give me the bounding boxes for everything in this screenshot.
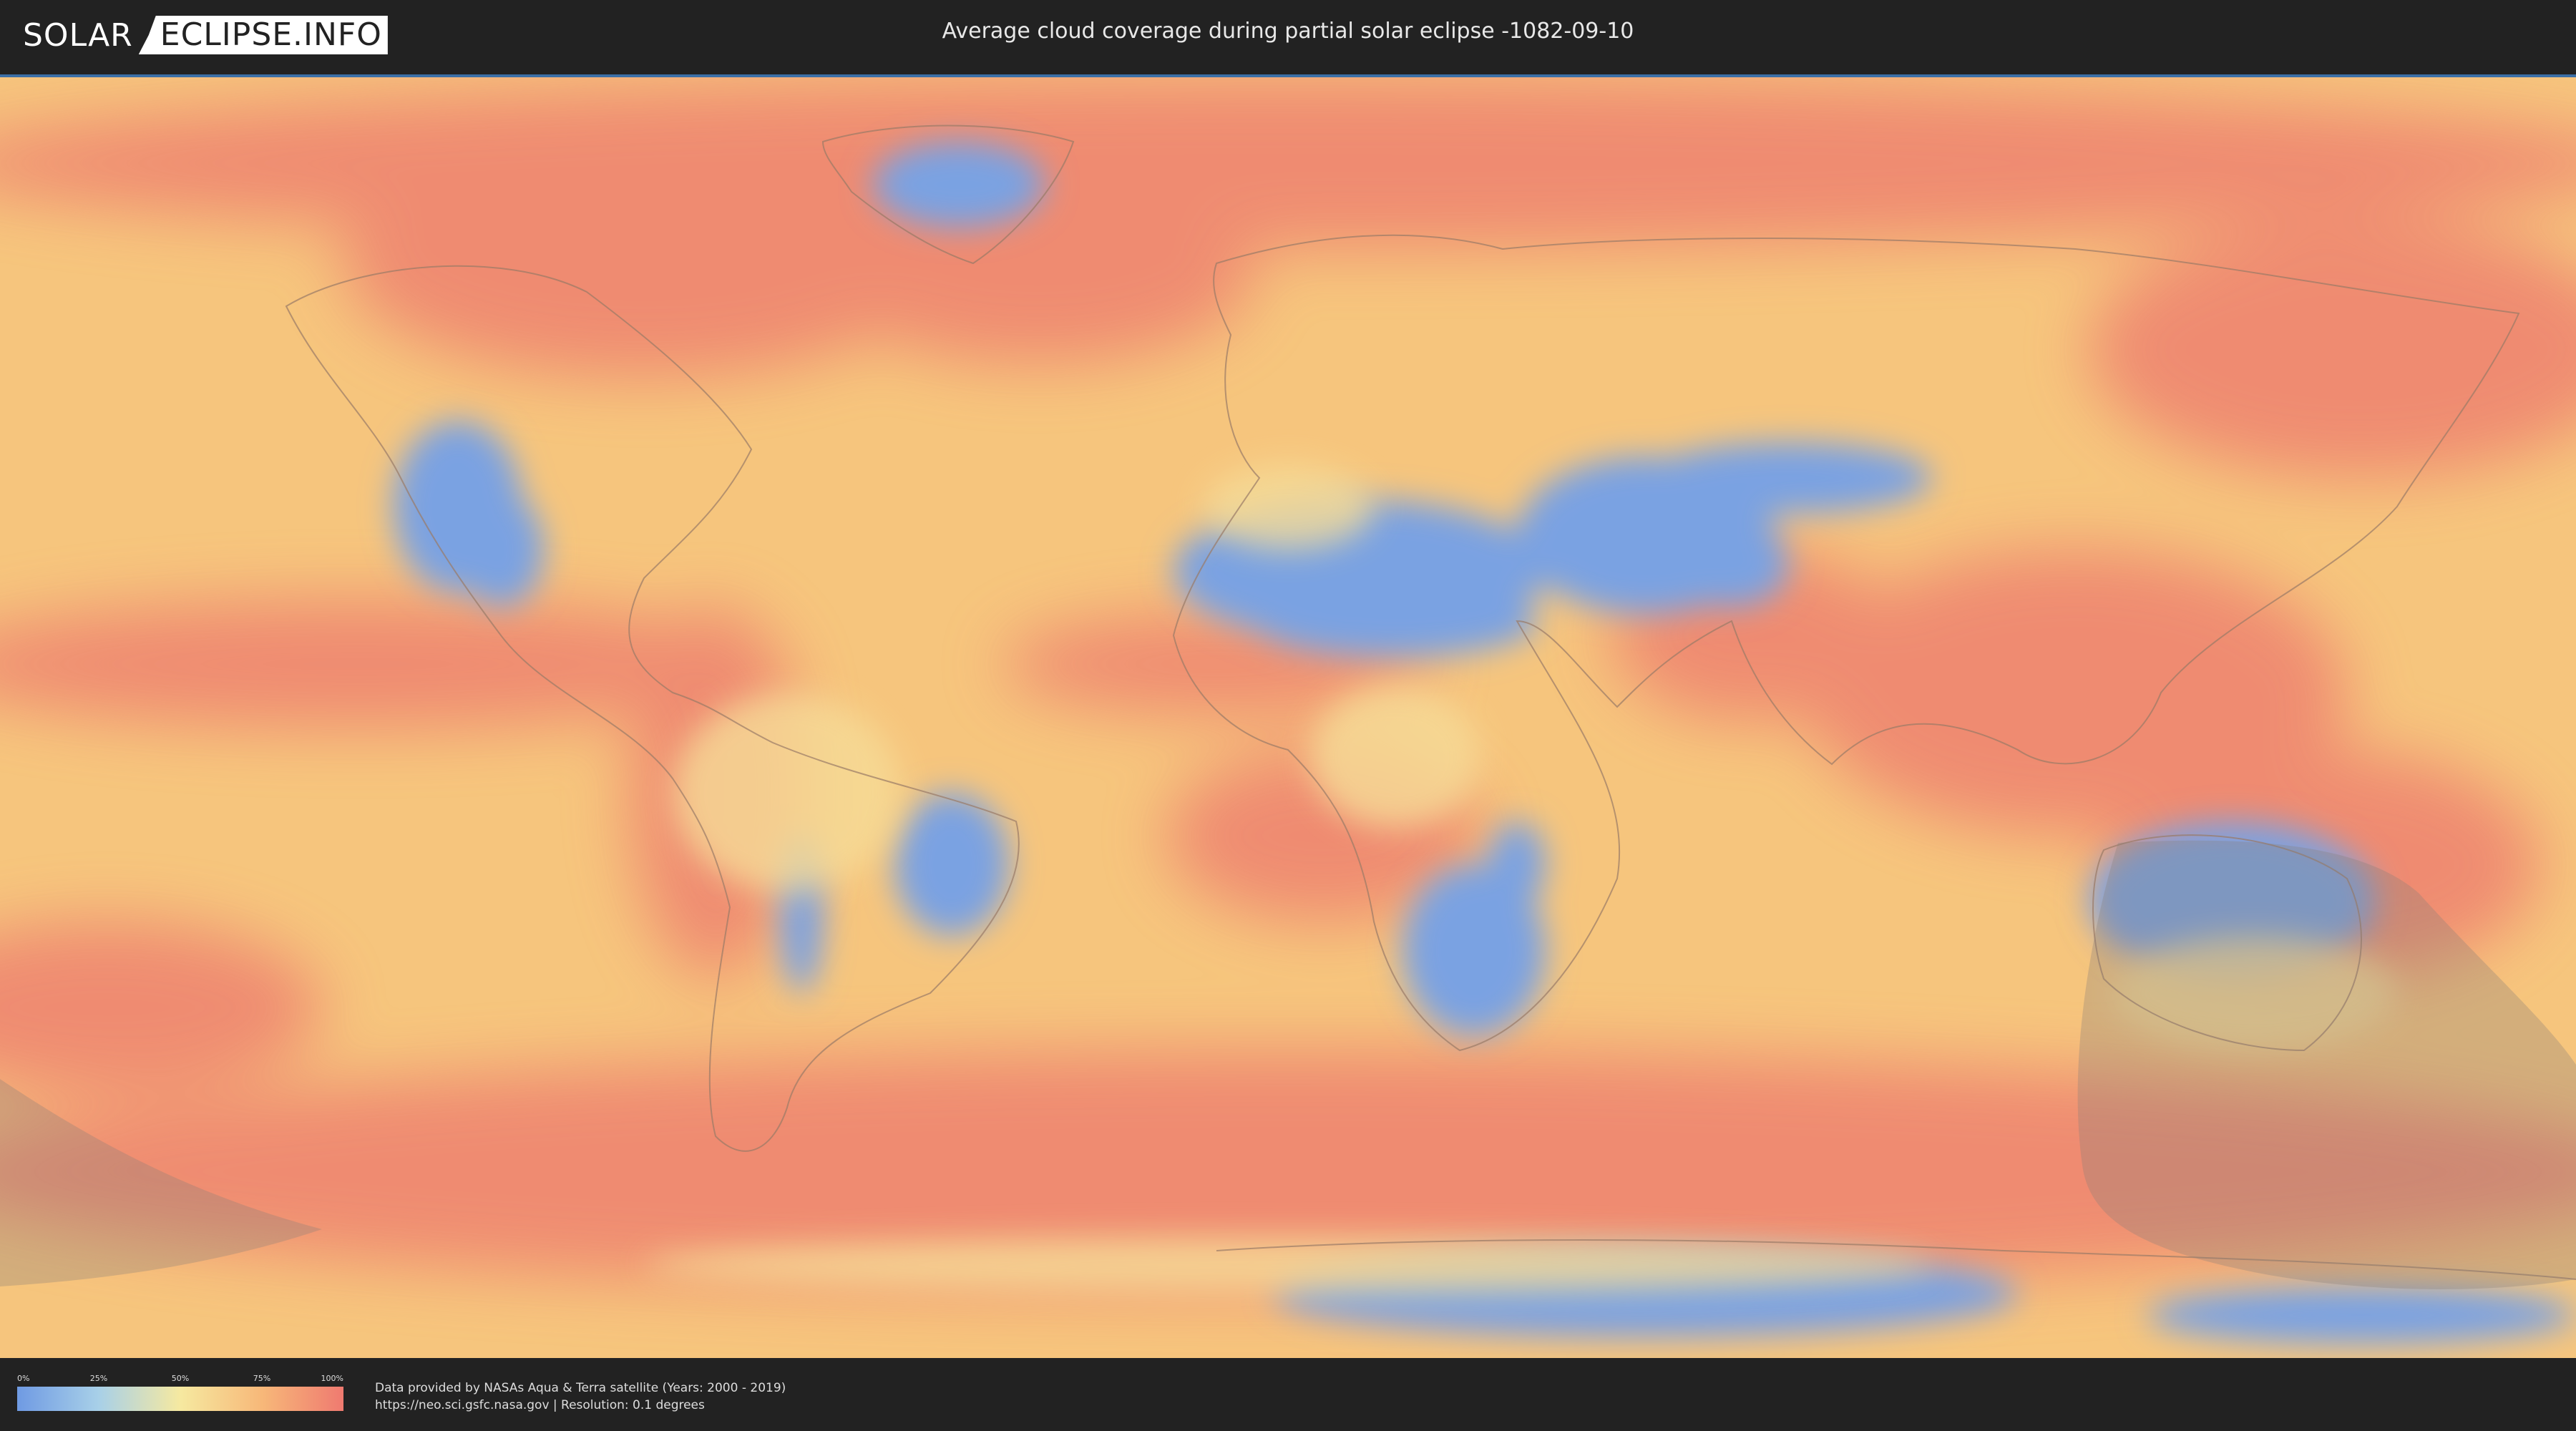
legend-tick-50: 50%	[171, 1374, 190, 1383]
credits-line-url: https://neo.sci.gsfc.nasa.gov | Resoluti…	[375, 1398, 705, 1412]
header-bar: SOLAR ECLIPSE.INFO Average cloud coverag…	[0, 0, 2576, 73]
world-map-svg	[0, 77, 2576, 1358]
credits-line-source: Data provided by NASAs Aqua & Terra sate…	[375, 1381, 786, 1395]
legend-tick-100: 100%	[321, 1374, 343, 1383]
legend-ticks: 0% 25% 50% 75% 100%	[17, 1374, 343, 1387]
color-legend: 0% 25% 50% 75% 100%	[17, 1374, 343, 1411]
cloud-coverage-map[interactable]	[0, 74, 2576, 1358]
footer-bar: 0% 25% 50% 75% 100% Data provided by NAS…	[0, 1358, 2576, 1431]
page-title: Average cloud coverage during partial so…	[942, 19, 1634, 44]
legend-tick-25: 25%	[89, 1374, 108, 1383]
legend-gradient-bar	[17, 1387, 343, 1411]
data-credits: Data provided by NASAs Aqua & Terra sate…	[375, 1379, 786, 1414]
legend-tick-0: 0%	[17, 1374, 30, 1383]
legend-tick-75: 75%	[253, 1374, 271, 1383]
